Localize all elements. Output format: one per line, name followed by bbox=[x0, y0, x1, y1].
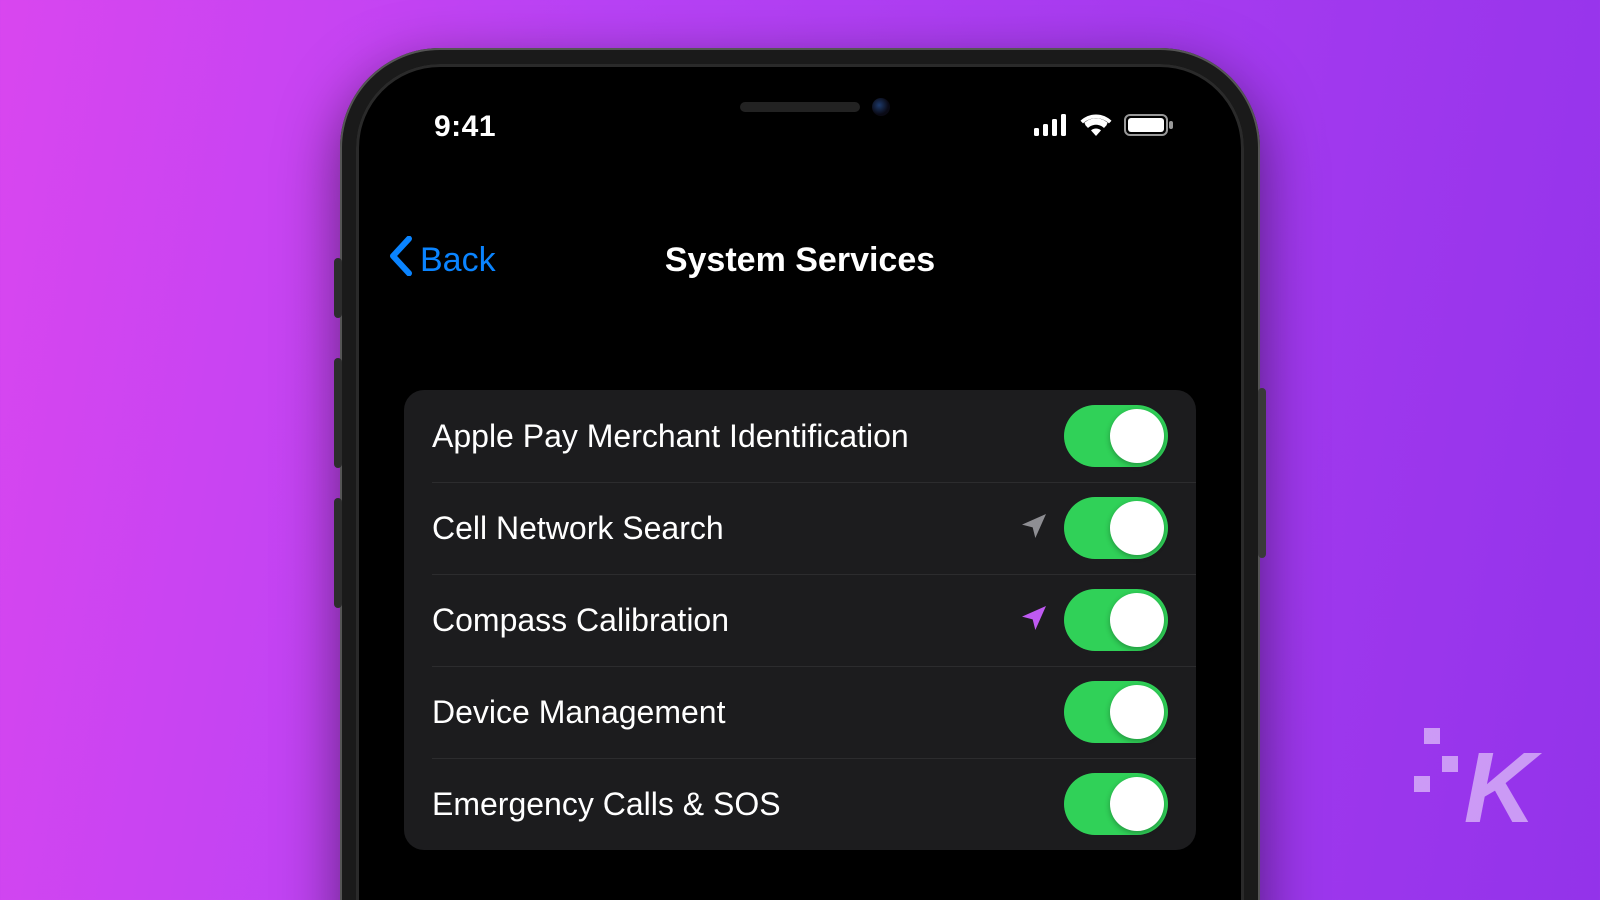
setting-label: Compass Calibration bbox=[432, 602, 1018, 639]
page-title: System Services bbox=[388, 241, 1212, 280]
screen: 9:41 bbox=[372, 80, 1228, 900]
toggle-knob bbox=[1110, 777, 1164, 831]
status-icons bbox=[1034, 110, 1174, 136]
toggle-switch[interactable] bbox=[1064, 405, 1168, 467]
location-arrow-icon bbox=[1018, 602, 1064, 639]
toggle-knob bbox=[1110, 593, 1164, 647]
toggle-knob bbox=[1110, 409, 1164, 463]
power-button bbox=[1258, 388, 1266, 558]
setting-label: Device Management bbox=[432, 694, 1064, 731]
watermark-dot bbox=[1442, 756, 1458, 772]
setting-row: Device Management bbox=[404, 666, 1196, 758]
back-button[interactable]: Back bbox=[388, 236, 496, 285]
setting-label: Emergency Calls & SOS bbox=[432, 786, 1064, 823]
setting-label: Cell Network Search bbox=[432, 510, 1018, 547]
wifi-icon bbox=[1080, 114, 1112, 136]
back-label: Back bbox=[420, 241, 496, 280]
status-time: 9:41 bbox=[434, 110, 496, 144]
setting-row: Emergency Calls & SOS bbox=[404, 758, 1196, 850]
notch bbox=[620, 80, 980, 138]
front-camera bbox=[872, 98, 890, 116]
toggle-switch[interactable] bbox=[1064, 497, 1168, 559]
setting-label: Apple Pay Merchant Identification bbox=[432, 418, 1064, 455]
cellular-signal-icon bbox=[1034, 114, 1068, 136]
toggle-knob bbox=[1110, 501, 1164, 555]
setting-row: Apple Pay Merchant Identification bbox=[404, 390, 1196, 482]
navigation-bar: Back System Services bbox=[372, 220, 1228, 300]
toggle-knob bbox=[1110, 685, 1164, 739]
setting-row: Compass Calibration bbox=[404, 574, 1196, 666]
battery-icon bbox=[1124, 114, 1174, 136]
chevron-left-icon bbox=[388, 236, 414, 285]
toggle-switch[interactable] bbox=[1064, 681, 1168, 743]
volume-up-button bbox=[334, 358, 342, 468]
volume-down-button bbox=[334, 498, 342, 608]
watermark-dot bbox=[1414, 776, 1430, 792]
phone-frame: 9:41 bbox=[340, 48, 1260, 900]
settings-group: Apple Pay Merchant Identification Cell Ne… bbox=[404, 390, 1196, 850]
toggle-switch[interactable] bbox=[1064, 773, 1168, 835]
setting-row: Cell Network Search bbox=[404, 482, 1196, 574]
phone-bezel: 9:41 bbox=[356, 64, 1244, 900]
watermark-dot bbox=[1424, 728, 1440, 744]
watermark-logo: K bbox=[1464, 738, 1532, 838]
toggle-switch[interactable] bbox=[1064, 589, 1168, 651]
location-arrow-icon bbox=[1018, 510, 1064, 547]
speaker-grille bbox=[740, 102, 860, 112]
mute-switch bbox=[334, 258, 342, 318]
